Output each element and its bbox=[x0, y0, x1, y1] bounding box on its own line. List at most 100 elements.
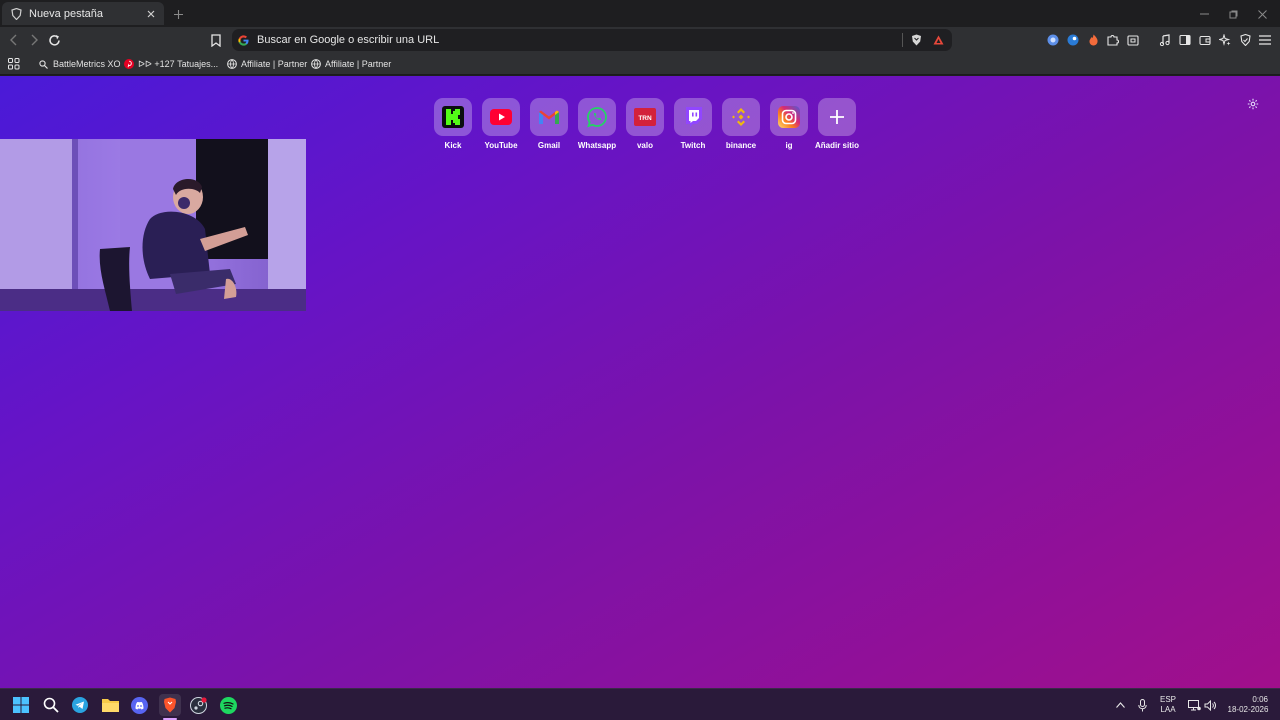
bookmark-label: BattleMetrics XO bbox=[53, 59, 121, 69]
menu-hamburger-icon[interactable] bbox=[1257, 32, 1273, 48]
new-tab-page: Kick YouTube Gmail Whatsapp TRN valo Twi… bbox=[0, 76, 1280, 688]
clock-date: 18-02-2026 bbox=[1227, 705, 1269, 714]
network-monitor-icon[interactable] bbox=[1186, 696, 1202, 714]
restore-icon[interactable] bbox=[1225, 6, 1241, 22]
bookmarks-bar: BattleMetrics XO ᐅᐅ +127 Tatuajes... Aff… bbox=[0, 53, 1280, 75]
new-tab-plus-icon[interactable] bbox=[170, 6, 186, 22]
tile-label: Gmail bbox=[537, 141, 561, 150]
close-tab-icon[interactable] bbox=[144, 7, 158, 21]
bookmark-icon[interactable] bbox=[208, 32, 224, 48]
svg-text:TRN: TRN bbox=[638, 115, 652, 122]
tile-label: ig bbox=[785, 141, 793, 150]
address-bar[interactable] bbox=[232, 29, 952, 51]
tile-ig[interactable]: ig bbox=[765, 98, 813, 150]
language-code: ESP bbox=[1159, 695, 1176, 704]
bookmark-label: Affiliate | Partner bbox=[325, 59, 392, 69]
leo-ai-icon[interactable] bbox=[1217, 32, 1233, 48]
extensions-puzzle-icon[interactable] bbox=[1105, 32, 1121, 48]
instagram-icon bbox=[778, 106, 800, 128]
spotify-icon[interactable] bbox=[219, 696, 237, 714]
kick-icon bbox=[442, 106, 464, 128]
whatsapp-icon bbox=[587, 107, 607, 128]
keyboard-layout: LAA bbox=[1160, 705, 1176, 714]
tab-title: Nueva pestaña bbox=[29, 7, 103, 20]
minimize-icon[interactable] bbox=[1196, 6, 1212, 22]
extension-steam-icon[interactable] bbox=[1065, 32, 1081, 48]
globe-icon bbox=[226, 59, 237, 70]
globe-icon bbox=[310, 59, 321, 70]
tile-label: Añadir sitio bbox=[814, 141, 859, 150]
extension-blue-icon[interactable] bbox=[1045, 32, 1061, 48]
apps-grid-icon[interactable] bbox=[6, 56, 22, 72]
tile-label: binance bbox=[725, 141, 757, 150]
tile-icon-box: TRN bbox=[626, 98, 664, 136]
bookmark-label: Affiliate | Partner bbox=[241, 59, 308, 69]
clock[interactable]: 0:06 18-02-2026 bbox=[1222, 695, 1274, 715]
tile-binance[interactable]: binance bbox=[717, 98, 765, 150]
tab-strip: Nueva pestaña bbox=[0, 0, 1280, 27]
file-explorer-icon[interactable] bbox=[101, 696, 119, 714]
wallet-icon[interactable] bbox=[1197, 32, 1213, 48]
tile-gmail[interactable]: Gmail bbox=[525, 98, 573, 150]
webcam-scene-image bbox=[0, 139, 306, 311]
tile-label: Kick bbox=[444, 141, 462, 150]
bookmark-label: ᐅᐅ +127 Tatuajes... bbox=[138, 58, 219, 69]
bookmark-affiliate-partner-1[interactable]: Affiliate | Partner bbox=[226, 56, 307, 72]
brave-browser-taskbar-icon[interactable] bbox=[159, 694, 181, 716]
add-site-button[interactable]: Añadir sitio bbox=[813, 98, 861, 150]
language-indicator[interactable]: ESP LAA bbox=[1156, 695, 1180, 715]
trn-icon: TRN bbox=[634, 108, 656, 126]
discord-icon[interactable] bbox=[130, 696, 148, 714]
steam-icon[interactable] bbox=[189, 696, 207, 714]
tile-icon-box bbox=[674, 98, 712, 136]
telegram-icon[interactable] bbox=[71, 696, 89, 714]
gmail-icon bbox=[539, 110, 559, 124]
tile-icon-box bbox=[434, 98, 472, 136]
reload-icon[interactable] bbox=[46, 32, 62, 48]
webcam-overlay[interactable] bbox=[0, 139, 306, 311]
tile-icon-box bbox=[578, 98, 616, 136]
tile-icon-box bbox=[770, 98, 808, 136]
volume-icon[interactable] bbox=[1202, 696, 1218, 714]
back-icon[interactable] bbox=[6, 32, 22, 48]
address-input[interactable] bbox=[257, 34, 897, 46]
pinterest-icon bbox=[123, 59, 134, 70]
search-icon[interactable] bbox=[42, 696, 60, 714]
bookmark-tatuajes[interactable]: ᐅᐅ +127 Tatuajes... bbox=[123, 56, 218, 72]
tray-chevron-up-icon[interactable] bbox=[1112, 696, 1128, 714]
tile-icon-box bbox=[722, 98, 760, 136]
windows-start-icon[interactable] bbox=[12, 696, 30, 714]
tile-twitch[interactable]: Twitch bbox=[669, 98, 717, 150]
tile-youtube[interactable]: YouTube bbox=[477, 98, 525, 150]
tile-whatsapp[interactable]: Whatsapp bbox=[573, 98, 621, 150]
settings-gear-icon[interactable] bbox=[1246, 97, 1259, 110]
tile-kick[interactable]: Kick bbox=[429, 98, 477, 150]
tile-icon-box bbox=[530, 98, 568, 136]
plus-icon bbox=[830, 110, 844, 124]
tile-icon-box bbox=[818, 98, 856, 136]
brave-shields-icon[interactable] bbox=[910, 34, 922, 46]
tile-label: Twitch bbox=[680, 141, 706, 150]
sidebar-toggle-icon[interactable] bbox=[1177, 32, 1193, 48]
tab-new-tab[interactable]: Nueva pestaña bbox=[2, 2, 164, 25]
bookmark-battlemetrics[interactable]: BattleMetrics XO bbox=[38, 56, 121, 72]
windows-taskbar: ESP LAA 0:06 18-02-2026 bbox=[0, 688, 1280, 720]
brave-shield-icon bbox=[10, 7, 23, 20]
bookmark-affiliate-partner-2[interactable]: Affiliate | Partner bbox=[310, 56, 391, 72]
vpn-shield-icon[interactable] bbox=[1237, 32, 1253, 48]
search-icon bbox=[38, 59, 49, 70]
media-music-icon[interactable] bbox=[1157, 32, 1173, 48]
extension-fire-icon[interactable] bbox=[1085, 32, 1101, 48]
google-icon bbox=[238, 34, 249, 46]
screenshot-icon[interactable] bbox=[1125, 32, 1141, 48]
tile-label: YouTube bbox=[484, 141, 518, 150]
binance-icon bbox=[732, 108, 750, 126]
top-sites: Kick YouTube Gmail Whatsapp TRN valo Twi… bbox=[429, 98, 861, 150]
youtube-icon bbox=[490, 109, 512, 125]
tile-valo[interactable]: TRN valo bbox=[621, 98, 669, 150]
forward-icon[interactable] bbox=[26, 32, 42, 48]
tile-icon-box bbox=[482, 98, 520, 136]
microphone-icon[interactable] bbox=[1134, 696, 1150, 714]
close-window-icon[interactable] bbox=[1254, 6, 1270, 22]
brave-rewards-icon[interactable] bbox=[932, 34, 944, 46]
